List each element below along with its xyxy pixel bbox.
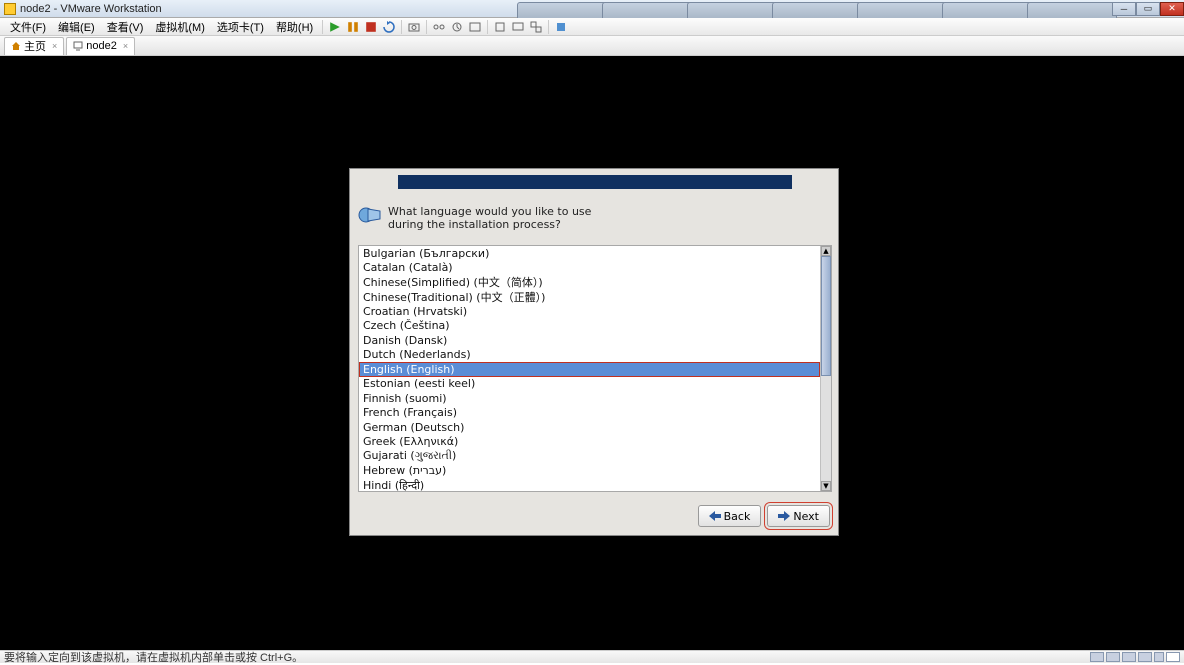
device-icon-6[interactable] <box>1166 652 1180 662</box>
language-option[interactable]: Chinese(Simplified) (中文（简体）) <box>359 275 820 290</box>
tab-row: 主页 × node2 × <box>0 36 1184 56</box>
language-option[interactable]: Greek (Ελληνικά) <box>359 435 820 450</box>
help-icon[interactable] <box>554 20 568 34</box>
device-icon-4[interactable] <box>1138 652 1152 662</box>
installer-buttons: Back Next <box>698 505 830 527</box>
installer-titlebar <box>398 175 792 189</box>
language-option[interactable]: Catalan (Català) <box>359 261 820 276</box>
device-icon-1[interactable] <box>1090 652 1104 662</box>
window-title: node2 - VMware Workstation <box>20 3 507 15</box>
language-option[interactable]: Czech (Čeština) <box>359 319 820 334</box>
suspend-icon[interactable] <box>346 20 360 34</box>
tab-node2-label: node2 <box>86 40 117 52</box>
minimize-button[interactable]: ─ <box>1112 2 1136 16</box>
language-option[interactable]: Chinese(Traditional) (中文（正體）) <box>359 290 820 305</box>
statusbar: 要将输入定向到该虚拟机，请在虚拟机内部单击或按 Ctrl+G。 <box>0 650 1184 663</box>
fullscreen-icon[interactable] <box>511 20 525 34</box>
window-titlebar: node2 - VMware Workstation ─ ▭ ✕ <box>0 0 1184 18</box>
language-option[interactable]: Gujarati (ગુજરાતી) <box>359 449 820 464</box>
tab-home[interactable]: 主页 × <box>4 37 64 55</box>
monitor-icon <box>73 41 83 51</box>
language-option[interactable]: French (Français) <box>359 406 820 421</box>
installer-dialog: What language would you like to use duri… <box>349 168 839 536</box>
menubar: 文件(F) 编辑(E) 查看(V) 虚拟机(M) 选项卡(T) 帮助(H) <box>0 18 1184 36</box>
background-browser-tabs <box>517 0 1112 18</box>
tab-node2-close[interactable]: × <box>123 41 128 51</box>
back-button[interactable]: Back <box>698 505 762 527</box>
snapshot-manager-icon[interactable] <box>432 20 446 34</box>
device-icon-5[interactable] <box>1154 652 1164 662</box>
power-on-icon[interactable] <box>328 20 342 34</box>
menu-file[interactable]: 文件(F) <box>4 19 52 35</box>
tab-home-close[interactable]: × <box>52 41 57 51</box>
language-listbox: Bulgarian (Български)Catalan (Català)Chi… <box>358 245 832 492</box>
menu-edit[interactable]: 编辑(E) <box>52 19 101 35</box>
menu-help[interactable]: 帮助(H) <box>270 19 319 35</box>
back-button-label: Back <box>724 510 751 523</box>
arrow-right-icon <box>778 511 790 521</box>
library-icon[interactable] <box>493 20 507 34</box>
unity-icon[interactable] <box>529 20 543 34</box>
language-option[interactable]: Hebrew (עברית) <box>359 464 820 479</box>
tab-node2[interactable]: node2 × <box>66 37 135 55</box>
app-icon <box>4 3 16 15</box>
menu-vm[interactable]: 虚拟机(M) <box>149 19 211 35</box>
maximize-button[interactable]: ▭ <box>1136 2 1160 16</box>
scroll-up-button[interactable]: ▲ <box>821 246 831 256</box>
power-off-icon[interactable] <box>364 20 378 34</box>
language-option[interactable]: English (English) <box>359 362 820 377</box>
device-icon-2[interactable] <box>1106 652 1120 662</box>
status-device-icons <box>1090 652 1180 662</box>
home-icon <box>11 41 21 51</box>
scroll-down-button[interactable]: ▼ <box>821 481 831 491</box>
scroll-thumb[interactable] <box>821 256 831 376</box>
tab-home-label: 主页 <box>24 38 46 54</box>
window-controls: ─ ▭ ✕ <box>1112 2 1184 16</box>
language-option[interactable]: Finnish (suomi) <box>359 391 820 406</box>
capture-icon[interactable] <box>468 20 482 34</box>
language-option[interactable]: Croatian (Hrvatski) <box>359 304 820 319</box>
device-icon-3[interactable] <box>1122 652 1136 662</box>
language-option[interactable]: Estonian (eesti keel) <box>359 377 820 392</box>
next-button-label: Next <box>793 510 819 523</box>
language-option[interactable]: Danish (Dansk) <box>359 333 820 348</box>
language-option[interactable]: German (Deutsch) <box>359 420 820 435</box>
next-button[interactable]: Next <box>767 505 830 527</box>
language-option[interactable]: Dutch (Nederlands) <box>359 348 820 363</box>
language-option[interactable]: Bulgarian (Български) <box>359 246 820 261</box>
menu-view[interactable]: 查看(V) <box>101 19 150 35</box>
close-button[interactable]: ✕ <box>1160 2 1184 16</box>
arrow-left-icon <box>709 511 721 521</box>
installer-prompt: What language would you like to use duri… <box>388 205 608 231</box>
vm-display[interactable]: What language would you like to use duri… <box>0 56 1184 650</box>
menu-tabs[interactable]: 选项卡(T) <box>211 19 270 35</box>
language-option[interactable]: Hindi (हिन्दी) <box>359 478 820 491</box>
scrollbar[interactable]: ▲ ▼ <box>820 246 831 491</box>
globe-flag-icon <box>358 205 382 225</box>
snapshot-icon[interactable] <box>407 20 421 34</box>
restart-icon[interactable] <box>382 20 396 34</box>
language-list[interactable]: Bulgarian (Български)Catalan (Català)Chi… <box>359 246 820 491</box>
revert-icon[interactable] <box>450 20 464 34</box>
